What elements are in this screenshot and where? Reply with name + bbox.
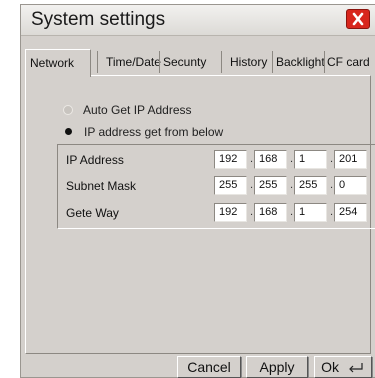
gateway-row: Gete Way 192 . 168 . 1 . 254 xyxy=(58,203,375,224)
cancel-button[interactable]: Cancel xyxy=(177,356,241,378)
ip-address-octet-4[interactable]: 201 xyxy=(334,150,367,169)
subnet-mask-octet-3[interactable]: 255 xyxy=(294,176,327,195)
tab-security[interactable]: Secunty xyxy=(159,51,217,73)
close-button[interactable] xyxy=(346,9,370,29)
octet-separator: . xyxy=(290,153,294,165)
tab-backlight-label: Backlight xyxy=(276,55,325,69)
octet-separator: . xyxy=(250,206,254,218)
tab-network[interactable]: Network xyxy=(25,49,91,77)
ip-address-octet-3[interactable]: 1 xyxy=(294,150,327,169)
tab-network-label: Network xyxy=(30,56,75,70)
ip-settings-group: IP Address 192 . 168 . 1 . 201 Subnet Ma… xyxy=(57,144,375,229)
system-settings-window: System settings Network Time/Date Secunt… xyxy=(20,4,375,378)
subnet-mask-label: Subnet Mask xyxy=(66,179,137,193)
subnet-mask-row: Subnet Mask 255 . 255 . 255 . 0 xyxy=(58,176,375,197)
cancel-button-label: Cancel xyxy=(187,359,231,375)
subnet-mask-octet-4[interactable]: 0 xyxy=(334,176,367,195)
tab-backlight[interactable]: Backlight xyxy=(272,51,325,73)
radio-checked-icon xyxy=(65,128,72,136)
octet-separator: . xyxy=(250,179,254,191)
tab-time-date-label: Time/Date xyxy=(106,55,161,69)
manual-ip-radio[interactable]: IP address get from below xyxy=(63,124,223,140)
tab-history-label: History xyxy=(230,55,268,69)
ip-address-label: IP Address xyxy=(66,153,124,167)
gateway-octet-3[interactable]: 1 xyxy=(294,203,327,222)
ok-button-label: Ok xyxy=(321,359,339,375)
subnet-mask-octet-2[interactable]: 255 xyxy=(254,176,287,195)
octet-separator: . xyxy=(330,179,334,191)
ok-button[interactable]: Ok xyxy=(314,356,372,378)
ip-address-octet-1[interactable]: 192 xyxy=(214,150,247,169)
auto-ip-label: Auto Get IP Address xyxy=(83,103,192,117)
gateway-octet-4[interactable]: 254 xyxy=(334,203,367,222)
tab-time-date[interactable]: Time/Date xyxy=(97,51,161,73)
octet-separator: . xyxy=(250,153,254,165)
ip-address-row: IP Address 192 . 168 . 1 . 201 xyxy=(58,150,375,171)
auto-ip-radio[interactable]: Auto Get IP Address xyxy=(63,102,192,118)
subnet-mask-octet-1[interactable]: 255 xyxy=(214,176,247,195)
apply-button-label: Apply xyxy=(259,359,295,375)
gateway-label: Gete Way xyxy=(66,206,119,220)
manual-ip-label: IP address get from below xyxy=(84,125,224,139)
gateway-octet-1[interactable]: 192 xyxy=(214,203,247,222)
octet-separator: . xyxy=(290,179,294,191)
tab-cf-card-label: CF card xyxy=(327,55,370,69)
octet-separator: . xyxy=(330,153,334,165)
apply-button[interactable]: Apply xyxy=(246,356,308,378)
ip-address-octet-2[interactable]: 168 xyxy=(254,150,287,169)
enter-arrow-icon xyxy=(349,363,363,373)
window-title: System settings xyxy=(31,9,166,30)
gateway-octet-2[interactable]: 168 xyxy=(254,203,287,222)
radio-unchecked-icon xyxy=(63,104,73,115)
octet-separator: . xyxy=(290,206,294,218)
octet-separator: . xyxy=(330,206,334,218)
tab-cf-card[interactable]: CF card xyxy=(324,51,372,73)
tab-security-label: Secunty xyxy=(163,55,207,69)
close-x-icon xyxy=(352,12,364,26)
title-bar: System settings xyxy=(21,5,375,36)
tab-strip: Network Time/Date Secunty History Backli… xyxy=(25,49,373,77)
tab-history[interactable]: History xyxy=(221,51,269,73)
